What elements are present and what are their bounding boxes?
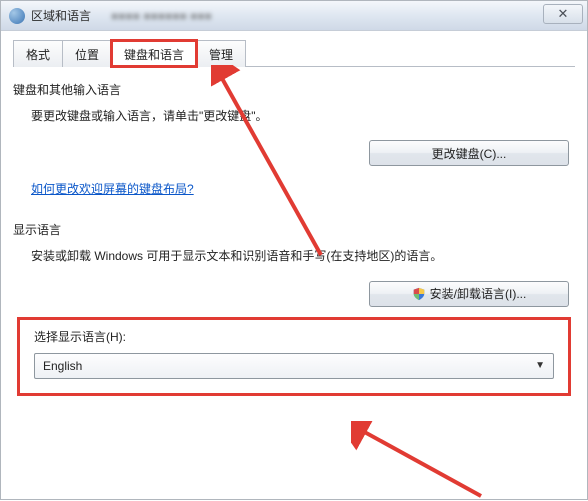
globe-icon	[9, 8, 25, 24]
install-uninstall-language-button[interactable]: 安装/卸载语言(I)...	[369, 281, 569, 307]
region-language-window: 区域和语言 ■■■■ ■■■■■■ ■■■ ✕ 格式 位置 键盘和语言 管理 键…	[0, 0, 588, 500]
change-keyboard-label: 更改键盘(C)...	[432, 145, 507, 162]
titlebar: 区域和语言 ■■■■ ■■■■■■ ■■■ ✕	[1, 1, 587, 31]
welcome-screen-layout-link[interactable]: 如何更改欢迎屏幕的键盘布局?	[31, 180, 194, 197]
display-language-section: 显示语言 安装或卸载 Windows 可用于显示文本和识别语音和手写(在支持地区…	[13, 221, 575, 395]
display-section-desc: 安装或卸载 Windows 可用于显示文本和识别语音和手写(在支持地区)的语言。	[13, 246, 575, 266]
change-keyboard-row: 更改键盘(C)...	[13, 140, 575, 166]
annotation-arrow-bottom	[351, 421, 491, 501]
select-display-language-label: 选择显示语言(H):	[34, 328, 554, 345]
tab-format[interactable]: 格式	[13, 40, 63, 67]
select-display-language-group: 选择显示语言(H): English ▼	[17, 317, 571, 396]
display-language-dropdown[interactable]: English ▼	[34, 353, 554, 379]
shield-icon	[412, 287, 426, 301]
change-keyboard-button[interactable]: 更改键盘(C)...	[369, 140, 569, 166]
tab-location[interactable]: 位置	[62, 40, 112, 67]
content-area: 格式 位置 键盘和语言 管理 键盘和其他输入语言 要更改键盘或输入语言，请单击"…	[1, 31, 587, 408]
install-lang-row: 安装/卸载语言(I)...	[13, 281, 575, 307]
blurred-bg-text: ■■■■ ■■■■■■ ■■■	[111, 9, 212, 23]
tab-keyboard-language[interactable]: 键盘和语言	[111, 40, 197, 67]
tab-admin[interactable]: 管理	[196, 40, 246, 67]
display-language-selected: English	[43, 359, 82, 373]
install-uninstall-label: 安装/卸载语言(I)...	[430, 285, 527, 302]
close-icon: ✕	[558, 6, 569, 22]
display-section-title: 显示语言	[13, 221, 575, 238]
keyboard-section-desc: 要更改键盘或输入语言，请单击"更改键盘"。	[13, 106, 575, 126]
window-title: 区域和语言	[31, 7, 91, 24]
chevron-down-icon: ▼	[535, 360, 545, 371]
keyboard-section: 键盘和其他输入语言 要更改键盘或输入语言，请单击"更改键盘"。 更改键盘(C).…	[13, 81, 575, 211]
keyboard-section-title: 键盘和其他输入语言	[13, 81, 575, 98]
tabstrip: 格式 位置 键盘和语言 管理	[13, 39, 575, 67]
close-button[interactable]: ✕	[543, 4, 583, 24]
